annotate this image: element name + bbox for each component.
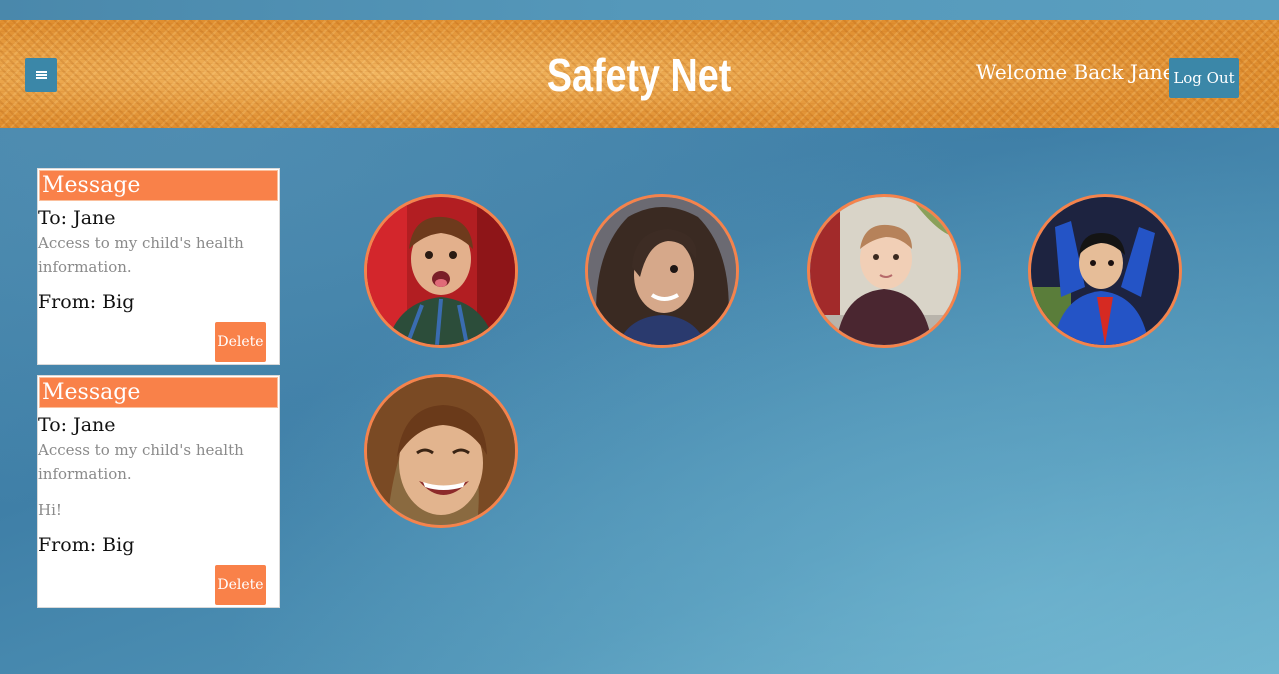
delete-button[interactable]: Delete bbox=[215, 565, 266, 605]
hamburger-icon bbox=[35, 71, 47, 79]
child-face-image bbox=[588, 197, 736, 345]
child-face-image bbox=[367, 377, 515, 525]
child-face-image bbox=[367, 197, 515, 345]
message-body: Access to my child's health information. bbox=[38, 234, 244, 276]
welcome-text: Welcome Back Jane bbox=[976, 60, 1175, 84]
message-card: Message To: Jane Access to my child's he… bbox=[37, 168, 280, 365]
child-photo-3[interactable] bbox=[807, 194, 961, 348]
child-face-image bbox=[810, 197, 958, 345]
message-to: To: Jane bbox=[38, 207, 116, 229]
menu-button[interactable] bbox=[25, 58, 57, 92]
message-from: From: Big bbox=[38, 534, 135, 556]
message-heading: Message bbox=[39, 377, 278, 408]
logout-button[interactable]: Log Out bbox=[1169, 58, 1239, 98]
child-photo-4[interactable] bbox=[1028, 194, 1182, 348]
delete-button[interactable]: Delete bbox=[215, 322, 266, 362]
child-photo-5[interactable] bbox=[364, 374, 518, 528]
top-strip bbox=[0, 0, 1279, 20]
message-from: From: Big bbox=[38, 291, 135, 313]
message-extra: Hi! bbox=[38, 501, 62, 519]
message-heading: Message bbox=[39, 170, 278, 201]
child-face-image bbox=[1031, 197, 1179, 345]
child-photo-1[interactable] bbox=[364, 194, 518, 348]
header-bar: Safety Net Welcome Back Jane Log Out bbox=[0, 20, 1279, 128]
child-photo-2[interactable] bbox=[585, 194, 739, 348]
message-to: To: Jane bbox=[38, 414, 116, 436]
message-card: Message To: Jane Access to my child's he… bbox=[37, 375, 280, 608]
message-body: Access to my child's health information. bbox=[38, 441, 244, 483]
